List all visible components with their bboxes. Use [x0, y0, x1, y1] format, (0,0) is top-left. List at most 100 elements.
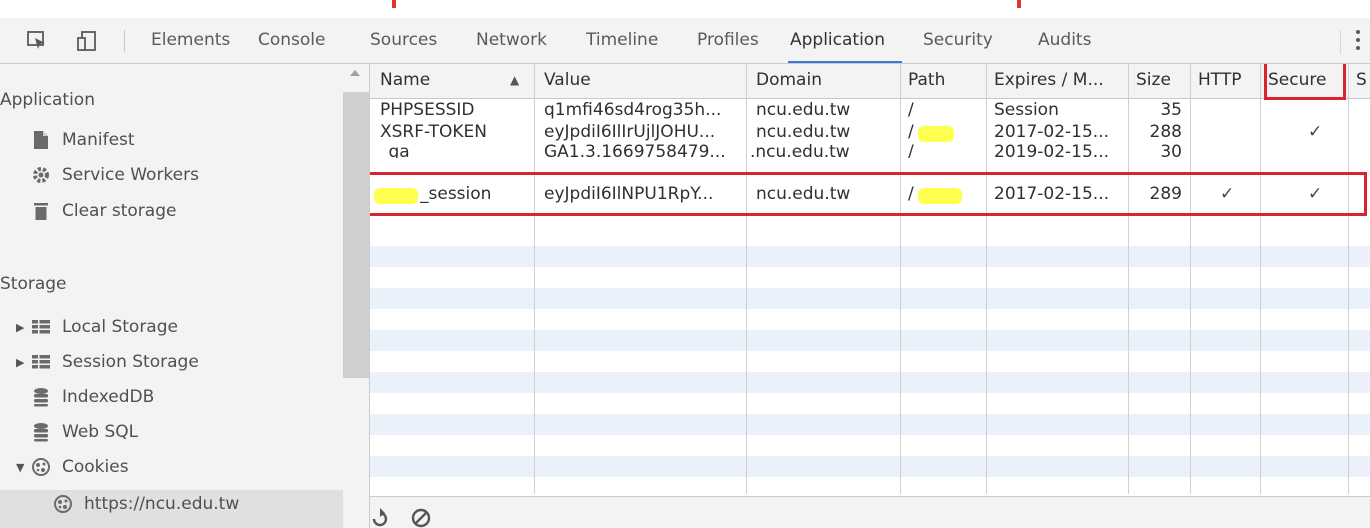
cookie-name: XSRF-TOKEN	[380, 122, 487, 142]
scroll-up-arrow-icon[interactable]	[350, 70, 360, 76]
database-icon	[30, 387, 52, 407]
expand-triangle-icon[interactable]: ▶	[16, 356, 26, 369]
inspect-element-icon[interactable]	[26, 30, 48, 56]
table-stripe	[370, 456, 1370, 477]
cookie-size: 30	[1160, 142, 1182, 158]
cookie-table: Name ▲ Value Domain Path Expires / M... …	[370, 64, 1370, 528]
section-header-application: Application	[0, 90, 95, 110]
devtools-toolbar: Elements Console Sources Network Timelin…	[0, 18, 1370, 64]
expand-triangle-icon[interactable]: ▶	[16, 321, 26, 334]
cookie-name: _ga	[380, 142, 410, 158]
sidebar-item-service-workers[interactable]: Service Workers	[30, 165, 199, 185]
sidebar-item-manifest[interactable]: Manifest	[30, 130, 135, 150]
annotation-mark	[1017, 0, 1021, 8]
sidebar-item-cookie-origin[interactable]: https://ncu.edu.tw	[52, 494, 239, 514]
secure-column-highlight	[1264, 64, 1346, 100]
column-header-samesite[interactable]: S	[1356, 70, 1367, 90]
toolbar-separator	[1340, 30, 1341, 54]
sidebar-item-label: Clear storage	[62, 201, 177, 221]
cookie-icon	[52, 494, 74, 514]
secure-check-icon: ✓	[1308, 122, 1323, 142]
sidebar-item-web-sql[interactable]: Web SQL	[30, 422, 138, 442]
table-stripe	[370, 288, 1370, 309]
sidebar-item-indexeddb[interactable]: IndexedDB	[30, 387, 154, 407]
sidebar-item-label: Session Storage	[62, 352, 199, 372]
clear-icon[interactable]	[410, 507, 432, 528]
cookie-path: /	[908, 122, 914, 142]
kebab-icon[interactable]	[1355, 30, 1361, 52]
table-stripe	[370, 246, 1370, 267]
sidebar-item-session-storage[interactable]: ▶ Session Storage	[16, 352, 199, 372]
cookie-value: GA1.3.1669758479...	[544, 142, 726, 158]
sidebar-item-label: Service Workers	[62, 165, 199, 185]
column-header-domain[interactable]: Domain	[756, 70, 822, 90]
column-divider	[534, 64, 535, 494]
sidebar-item-clear-storage[interactable]: Clear storage	[30, 201, 176, 221]
sidebar-item-label: Manifest	[62, 130, 135, 150]
tab-security[interactable]: Security	[923, 30, 993, 50]
tab-audits[interactable]: Audits	[1038, 30, 1091, 50]
tab-console[interactable]: Console	[258, 30, 326, 50]
column-header-expires[interactable]: Expires / M...	[994, 70, 1104, 90]
sidebar-item-local-storage[interactable]: ▶ Local Storage	[16, 317, 178, 337]
column-header-size[interactable]: Size	[1136, 70, 1171, 90]
sidebar-item-label: Web SQL	[62, 422, 139, 442]
active-tab-indicator	[788, 61, 902, 63]
tab-network[interactable]: Network	[476, 30, 547, 50]
cookie-expires: Session	[994, 100, 1059, 120]
column-divider	[900, 64, 901, 494]
tab-sources[interactable]: Sources	[370, 30, 437, 50]
tab-application[interactable]: Application	[790, 30, 885, 50]
sidebar-item-label: IndexedDB	[62, 387, 155, 407]
trash-icon	[30, 201, 52, 221]
column-divider	[986, 64, 987, 494]
cookie-path: /	[908, 142, 914, 158]
sidebar-scrollbar-thumb[interactable]	[343, 92, 369, 378]
tab-timeline[interactable]: Timeline	[586, 30, 658, 50]
column-divider	[746, 64, 747, 494]
table-icon	[30, 317, 52, 337]
column-divider	[1348, 64, 1349, 494]
column-header-path[interactable]: Path	[908, 70, 945, 90]
database-icon	[30, 422, 52, 442]
table-stripe	[370, 330, 1370, 351]
table-icon	[30, 352, 52, 372]
section-header-storage: Storage	[0, 274, 67, 294]
refresh-icon[interactable]	[370, 507, 390, 528]
cookie-expires: 2017-02-15...	[994, 122, 1110, 142]
cookie-domain: ncu.edu.tw	[756, 100, 851, 120]
cookie-size: 288	[1149, 122, 1182, 142]
column-divider	[1128, 64, 1129, 494]
sidebar-item-label: Cookies	[62, 457, 129, 477]
application-sidebar: Application Manifest Service Workers Cle…	[0, 64, 370, 528]
table-footer-toolbar	[370, 496, 1370, 528]
column-header-http[interactable]: HTTP	[1198, 70, 1242, 90]
cookie-name: PHPSESSID	[380, 100, 475, 120]
cookie-expires: 2019-02-15...	[994, 142, 1110, 158]
table-header: Name ▲ Value Domain Path Expires / M... …	[370, 64, 1370, 99]
cookie-path: /	[908, 100, 914, 120]
tab-elements[interactable]: Elements	[151, 30, 230, 50]
cookie-domain: ncu.edu.tw	[756, 122, 851, 142]
device-toolbar-icon[interactable]	[76, 30, 98, 56]
collapse-triangle-icon[interactable]: ▼	[16, 461, 26, 474]
sidebar-item-label: https://ncu.edu.tw	[84, 494, 240, 514]
sidebar-item-cookies[interactable]: ▼ Cookies	[16, 457, 129, 477]
sort-ascending-icon[interactable]: ▲	[510, 73, 519, 87]
gear-icon	[30, 165, 52, 185]
cookie-value: eyJpdiI6IlIrUjlJOHU...	[544, 122, 716, 142]
session-row-highlight	[370, 172, 1367, 216]
column-header-value[interactable]: Value	[544, 70, 591, 90]
redaction-mark	[918, 126, 954, 142]
table-stripe	[370, 414, 1370, 435]
tab-profiles[interactable]: Profiles	[697, 30, 759, 50]
column-divider	[1190, 64, 1191, 494]
cookie-domain: .ncu.edu.tw	[750, 142, 850, 158]
cookie-icon	[30, 457, 52, 477]
table-stripe	[370, 372, 1370, 393]
annotation-mark	[392, 0, 396, 8]
column-header-name[interactable]: Name	[380, 70, 430, 90]
sidebar-item-label: Local Storage	[62, 317, 178, 337]
toolbar-separator	[124, 30, 125, 52]
cookie-size: 35	[1160, 100, 1182, 120]
